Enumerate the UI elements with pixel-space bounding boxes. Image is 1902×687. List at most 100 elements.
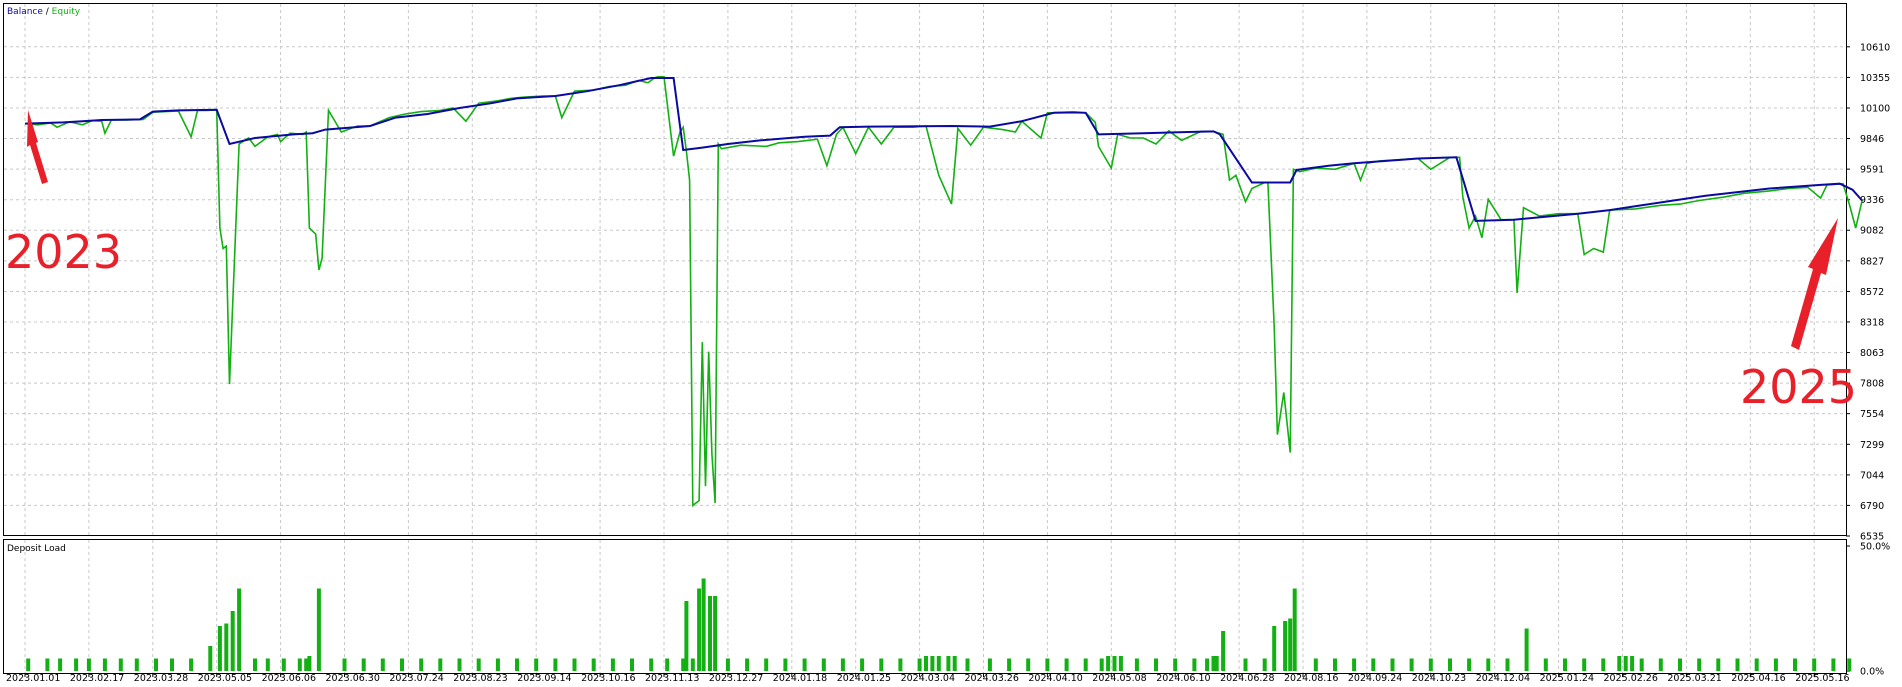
deposit-load-bar <box>1524 628 1529 671</box>
deposit-load-bar <box>45 658 50 671</box>
x-tick-label: 2023.07.24 <box>389 673 443 683</box>
deposit-load-bar <box>1118 656 1123 671</box>
deposit-load-bar <box>936 656 941 671</box>
deposit-load-bar <box>1390 658 1395 671</box>
annotation-2023: 2023 <box>5 225 122 279</box>
x-tick-label: 2023.03.28 <box>134 673 188 683</box>
deposit-load-bar <box>1262 658 1267 671</box>
deposit-load-bar <box>1754 658 1759 671</box>
deposit-load-bar <box>1112 656 1117 671</box>
x-tick-label: 2023.06.30 <box>326 673 380 683</box>
deposit-load-bar <box>476 658 481 671</box>
deposit-load-bar <box>917 658 922 671</box>
deposit-load-bar <box>457 658 462 671</box>
deposit-load-bar <box>1083 658 1088 671</box>
deposit-load-bar <box>297 658 302 671</box>
y-tick-label: 8318 <box>1860 317 1884 328</box>
deposit-load-bar <box>380 658 385 671</box>
x-tick-label: 2024.01.25 <box>837 673 891 683</box>
deposit-load-bar <box>400 658 404 671</box>
deposit-load-bar <box>572 658 577 671</box>
deposit-load-bar <box>58 658 63 671</box>
deposit-load-bar <box>965 658 970 671</box>
y-tick-label: 8827 <box>1860 256 1884 267</box>
deposit-load-bar <box>342 658 347 671</box>
deposit-load-bar <box>1064 658 1069 671</box>
deposit-load-bar <box>265 658 270 671</box>
deposit-load-bar <box>1543 658 1548 671</box>
deposit-load-bar <box>1486 658 1491 671</box>
x-tick-label: 2023.11.13 <box>645 673 699 683</box>
deposit-load-bar <box>821 658 826 671</box>
deposit-load-bar <box>690 658 695 671</box>
x-tick-label: 2023.09.14 <box>517 673 571 683</box>
deposit-load-bar <box>1735 658 1740 671</box>
deposit-load-bar <box>1333 658 1337 671</box>
subwindow-grid <box>24 540 1815 673</box>
deposit-load-bar <box>237 588 242 671</box>
deposit-load-bar <box>840 658 845 671</box>
deposit-load-bar <box>610 658 615 671</box>
x-tick-label: 2023.08.23 <box>453 673 507 683</box>
deposit-load-bar <box>1099 658 1104 671</box>
deposit-load-bar <box>1678 658 1682 671</box>
y-tick-label: 9082 <box>1860 226 1884 237</box>
deposit-load-bar <box>697 588 702 671</box>
deposit-load-bar <box>1448 658 1452 671</box>
y-tick-label: 10610 <box>1860 42 1890 53</box>
legend-equity: Equity <box>52 7 81 17</box>
deposit-load-bar <box>860 658 865 671</box>
deposit-load-bar <box>307 656 312 671</box>
deposit-load-bar <box>217 626 222 671</box>
deposit-load-bar <box>1812 658 1817 671</box>
deposit-load-bar <box>1154 658 1158 671</box>
deposit-load-bar <box>930 656 935 671</box>
deposit-load-panel-border <box>3 539 1847 674</box>
deposit-load-bar <box>1272 626 1277 671</box>
deposit-load-bar <box>1505 658 1510 671</box>
deposit-load-bar <box>649 658 654 671</box>
deposit-load-bar <box>1243 658 1248 671</box>
deposit-load-bar <box>1467 658 1472 671</box>
deposit-load-bar <box>1831 658 1836 671</box>
x-tick-label: 2024.05.08 <box>1092 673 1146 683</box>
x-tick-label: 2023.10.16 <box>581 673 635 683</box>
deposit-load-bar <box>1026 658 1031 671</box>
y-axis-ticks: 10610 10355 10100 9846 9591 9336 9082 8827 8572 8… <box>1846 42 1890 543</box>
deposit-load-bar <box>1134 658 1139 671</box>
deposit-load-bar <box>591 658 596 671</box>
deposit-load-bar <box>708 596 712 671</box>
deposit-load-bar <box>170 658 174 671</box>
deposit-load-bar <box>86 658 91 671</box>
deposit-load-bar <box>1214 656 1219 671</box>
deposit-load-bar <box>1173 658 1178 671</box>
deposit-load-bar <box>684 601 689 671</box>
deposit-load-bars <box>26 578 1852 671</box>
deposit-load-bar <box>1623 656 1628 671</box>
deposit-load-bar <box>281 658 286 671</box>
deposit-load-bar <box>1773 658 1778 671</box>
x-tick-label: 2025.02.26 <box>1604 673 1658 683</box>
x-axis-ticks: 2023.01.01 2023.02.17 2023.03.28 2023.05.05… <box>6 673 1850 684</box>
deposit-load-bar <box>1847 658 1852 671</box>
deposit-load-bar <box>1639 658 1644 671</box>
legend-balance: Balance <box>7 7 43 17</box>
main-grid <box>4 4 1846 535</box>
deposit-load-y-ticks: 50.0% 0.0% <box>1846 542 1890 678</box>
x-tick-label: 2023.05.05 <box>198 673 252 683</box>
deposit-load-bar <box>1007 658 1012 671</box>
deposit-load-bar <box>1288 618 1293 671</box>
deposit-load-bar <box>630 658 634 671</box>
deposit-load-bar <box>879 658 884 671</box>
deposit-load-bar <box>713 596 718 671</box>
y-tick-label: 9846 <box>1860 134 1884 145</box>
deposit-load-bar <box>1617 656 1622 671</box>
deposit-load-bar <box>74 658 79 671</box>
deposit-load-bar <box>1045 658 1050 671</box>
balance-equity-chart: 10610 10355 10100 9846 9591 9336 9082 8827 8572 8… <box>3 3 1890 684</box>
annotation-2025: 2025 <box>1740 360 1857 414</box>
deposit-load-bar <box>1563 658 1567 671</box>
x-tick-label: 2023.12.27 <box>709 673 763 683</box>
deposit-load-bar <box>1658 658 1663 671</box>
deposit-load-bar <box>1205 658 1210 671</box>
